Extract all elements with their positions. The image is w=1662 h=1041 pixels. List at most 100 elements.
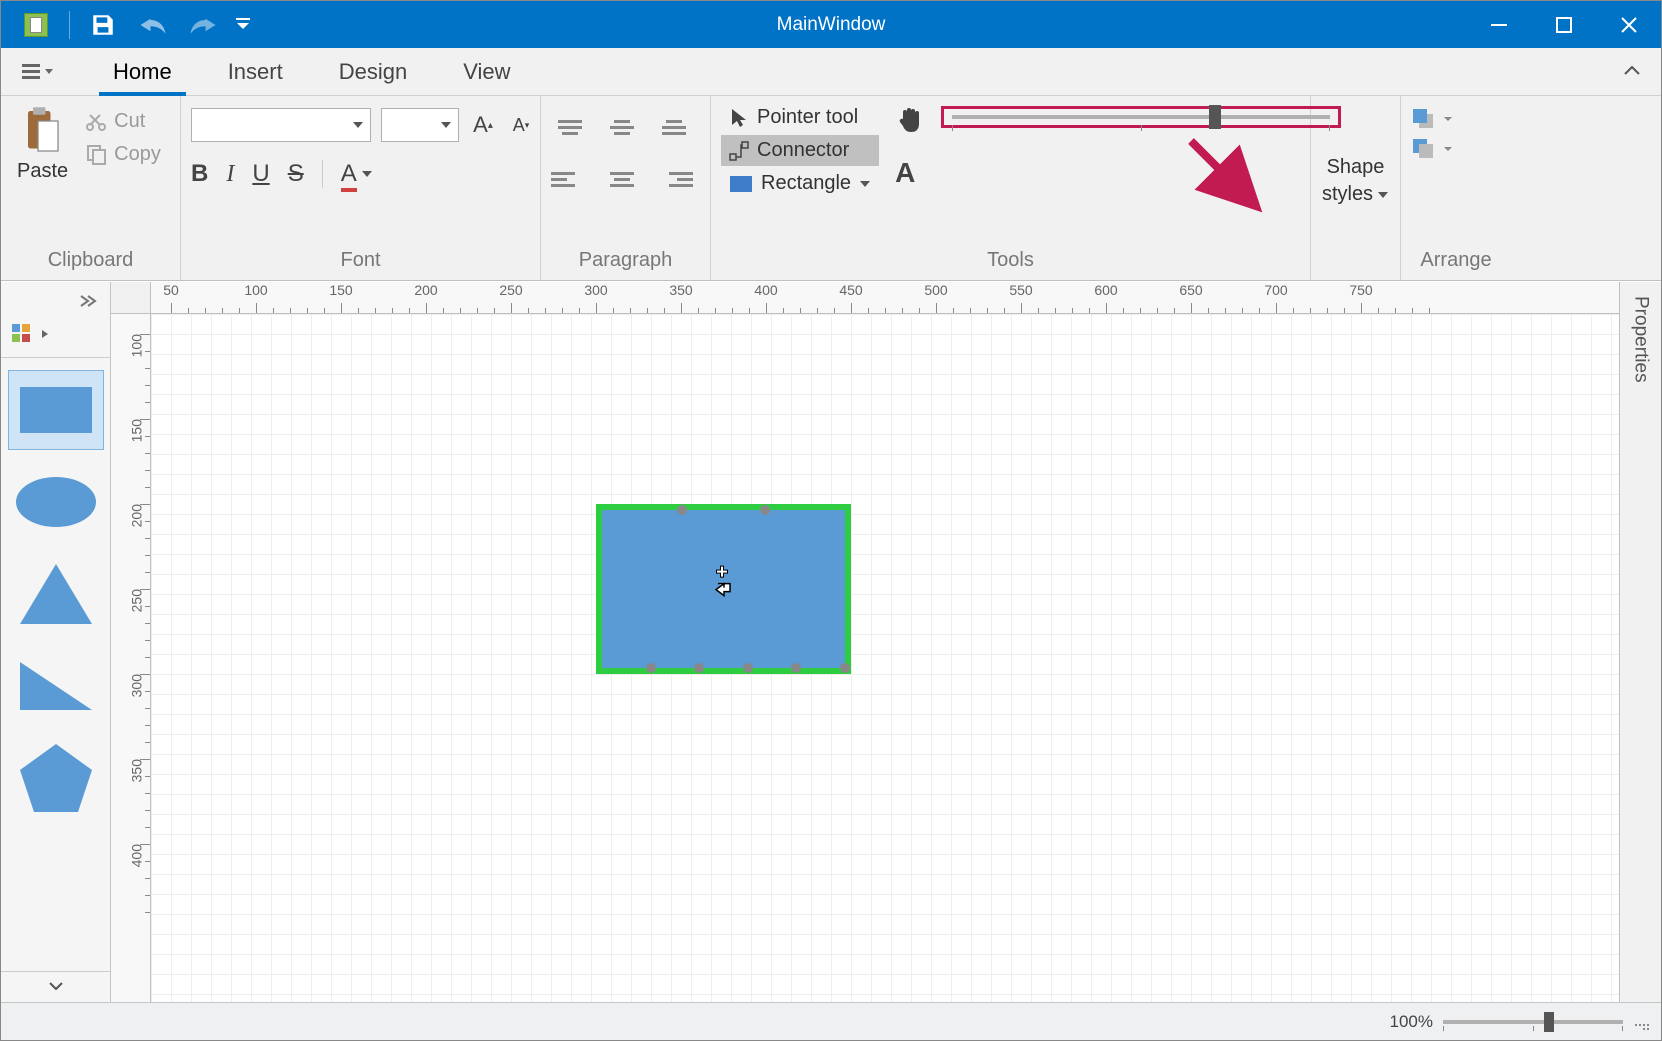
ribbon: Paste Cut Copy Clipboard A▴ A▾ [1,96,1661,281]
paste-button[interactable]: Paste [11,102,74,187]
ruler-corner [111,282,151,314]
font-size-combo[interactable] [381,108,459,142]
group-shape-styles: Shape styles [1311,96,1401,280]
undo-button[interactable] [128,1,178,48]
properties-panel-collapsed[interactable]: Properties [1619,282,1661,1002]
group-label-arrange: Arrange [1411,245,1501,278]
send-backward-icon [1411,138,1437,160]
properties-panel-label: Properties [1630,296,1652,383]
selected-rectangle-shape[interactable] [596,504,851,674]
canvas[interactable]: 5010015020025030035040045050055060065070… [111,282,1619,1002]
shape-tile-rectangle[interactable] [8,370,104,450]
rectangle-tool-button[interactable]: Rectangle [721,168,879,199]
copy-button[interactable]: Copy [80,139,167,170]
grow-font-button[interactable]: A▴ [469,112,497,138]
window-title: MainWindow [777,14,886,36]
connection-point[interactable] [694,663,704,673]
group-font: A▴ A▾ B I U S A Font [181,96,541,280]
connection-point[interactable] [840,663,850,673]
workspace: 5010015020025030035040045050055060065070… [1,282,1661,1002]
group-label-font: Font [191,245,530,278]
shapes-panel-collapse-button[interactable] [66,290,110,317]
connection-point[interactable] [677,505,687,515]
shape-tile-right-triangle[interactable] [8,646,104,726]
file-menu-button[interactable] [17,57,57,87]
strikethrough-button[interactable]: S [288,160,304,188]
zoom-percent-label[interactable]: 100% [1390,1012,1433,1032]
group-tools: Pointer tool Connector Rectangle A [711,96,1311,280]
vertical-ruler: 100150200250300350400 [111,314,151,1002]
shape-tile-ellipse[interactable] [8,462,104,542]
align-bottom-button[interactable] [655,112,693,142]
shape-styles-label-2: styles [1322,183,1373,206]
shapes-panel-more-button[interactable] [1,971,110,1002]
tab-design[interactable]: Design [311,51,435,95]
paste-label: Paste [17,160,68,183]
cut-button[interactable]: Cut [80,106,167,137]
shapes-panel [1,282,111,1002]
status-bar: 100% [1,1002,1661,1040]
stroke-weight-slider[interactable] [941,106,1341,128]
underline-button[interactable]: U [252,160,269,188]
group-arrange: Arrange [1401,96,1511,280]
tab-insert[interactable]: Insert [200,51,311,95]
shapes-gallery-button[interactable] [1,317,110,351]
gallery-icon [11,323,35,345]
copy-icon [86,144,108,166]
scissors-icon [86,111,108,133]
hand-icon [895,106,925,134]
group-label-paragraph: Paragraph [551,245,700,278]
align-middle-button[interactable] [603,112,641,142]
font-family-combo[interactable] [191,108,371,142]
group-label-shape-styles [1321,245,1390,278]
resize-grip-icon[interactable] [1633,1014,1649,1030]
clipboard-icon [23,106,63,156]
pointer-tool-button[interactable]: Pointer tool [721,102,879,133]
connector-tool-label: Connector [757,139,849,162]
align-right-button[interactable] [655,164,693,194]
align-center-button[interactable] [603,164,641,194]
collapse-ribbon-button[interactable] [1623,60,1641,81]
close-button[interactable] [1596,1,1661,48]
pointer-icon [729,107,749,129]
redo-button[interactable] [178,1,228,48]
connection-point[interactable] [743,663,753,673]
pan-tool-button[interactable] [889,104,931,141]
connection-point[interactable] [791,663,801,673]
shrink-font-button[interactable]: A▾ [507,115,535,136]
app-icon[interactable] [11,1,61,48]
connection-point[interactable] [760,505,770,515]
cut-label: Cut [114,110,145,133]
send-backward-button[interactable] [1411,138,1453,160]
connector-cursor-icon [712,566,736,605]
align-left-button[interactable] [551,164,589,194]
horizontal-ruler: 5010015020025030035040045050055060065070… [151,282,1619,314]
bring-forward-icon [1411,108,1437,130]
save-button[interactable] [78,1,128,48]
bring-forward-button[interactable] [1411,108,1453,130]
font-color-button[interactable]: A [341,160,373,188]
group-label-tools: Tools [721,245,1300,278]
connector-tool-button[interactable]: Connector [721,135,879,166]
connector-icon [729,141,749,161]
qat-customize-button[interactable] [228,1,258,48]
rectangle-icon [729,175,753,193]
quick-access-toolbar [1,1,258,48]
maximize-button[interactable] [1531,1,1596,48]
align-top-button[interactable] [551,112,589,142]
connection-point[interactable] [646,663,656,673]
group-paragraph: Paragraph [541,96,711,280]
minimize-button[interactable] [1466,1,1531,48]
canvas-grid [151,314,1619,1002]
shape-tile-pentagon[interactable] [8,738,104,818]
shape-styles-label-1: Shape [1327,156,1385,179]
zoom-slider[interactable] [1443,1020,1623,1024]
text-tool-button[interactable]: A [889,155,931,191]
tab-view[interactable]: View [435,51,538,95]
separator [69,11,70,39]
group-label-clipboard: Clipboard [11,245,170,278]
italic-button[interactable]: I [226,161,234,188]
tab-home[interactable]: Home [85,51,200,95]
shape-tile-triangle[interactable] [8,554,104,634]
bold-button[interactable]: B [191,160,208,188]
